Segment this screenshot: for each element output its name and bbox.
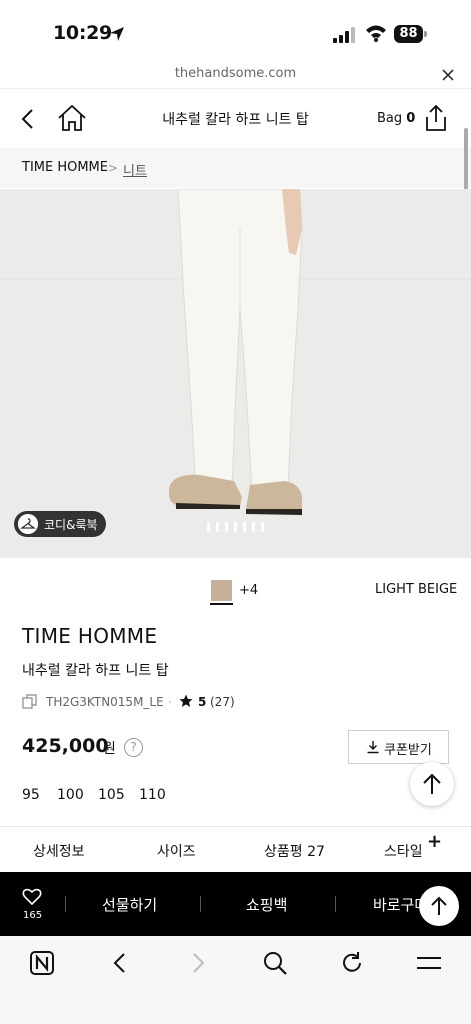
naver-home-icon[interactable]: [29, 950, 55, 976]
bag-count: 0: [406, 111, 416, 126]
product-price: 425,000: [22, 735, 109, 757]
url-text[interactable]: thehandsome.com: [0, 66, 471, 81]
coupon-download-button[interactable]: 쿠폰받기: [348, 730, 449, 764]
size-option[interactable]: 100: [57, 787, 84, 803]
status-bar: 10:29 88: [0, 0, 471, 60]
price-unit: 원: [103, 741, 116, 757]
shopping-bag-button[interactable]: 쇼핑백: [246, 894, 287, 915]
swatch-selected-underline: [210, 603, 233, 605]
product-brand[interactable]: TIME HOMME: [22, 624, 157, 648]
status-time: 10:29: [53, 22, 112, 44]
tab-reviews[interactable]: 상품평 27: [264, 841, 325, 861]
bag-button[interactable]: Bag 0: [377, 111, 415, 126]
bag-label: Bag: [377, 111, 403, 126]
color-name: LIGHT BEIGE: [375, 582, 458, 597]
coordi-label: 코디&룩북: [44, 518, 98, 532]
browser-toolbar: [0, 936, 471, 1024]
pagination-dot[interactable]: [225, 522, 228, 532]
pagination-dot[interactable]: [207, 522, 210, 532]
product-code: TH2G3KTN015M_LE: [46, 695, 164, 709]
tab-detail-info[interactable]: 상세정보: [33, 841, 85, 861]
scroll-to-top-button-secondary[interactable]: [419, 886, 459, 926]
scroll-to-top-button[interactable]: [410, 762, 454, 806]
purchase-bar: 165 선물하기 쇼핑백 바로구매: [0, 872, 471, 936]
price-info-icon[interactable]: ?: [124, 738, 143, 757]
pagination-dot[interactable]: [216, 522, 219, 532]
wish-count: 165: [23, 910, 43, 921]
back-icon[interactable]: [107, 950, 133, 976]
close-icon[interactable]: [441, 68, 455, 82]
tab-size[interactable]: 사이즈: [157, 841, 196, 861]
review-count[interactable]: (27): [210, 695, 235, 709]
product-image[interactable]: 코디&룩북: [0, 189, 471, 558]
color-swatch[interactable]: [211, 580, 232, 601]
rating-value[interactable]: 5: [198, 695, 206, 709]
menu-icon[interactable]: [416, 950, 442, 976]
divider: [65, 896, 66, 912]
location-arrow-icon: [110, 27, 124, 41]
url-bar[interactable]: thehandsome.com: [0, 60, 471, 88]
battery-indicator: 88: [394, 25, 428, 44]
size-option[interactable]: 95: [22, 787, 40, 803]
hanger-icon: [18, 514, 38, 534]
product-name: 내추럴 칼라 하프 니트 탑: [22, 663, 169, 679]
more-colors[interactable]: +4: [239, 583, 258, 598]
pagination-dot[interactable]: [234, 522, 237, 532]
tab-style[interactable]: 스타일: [384, 841, 423, 861]
battery-level: 88: [394, 25, 423, 43]
detail-tabs: 상세정보 사이즈 상품평 27 스타일 +: [0, 826, 471, 872]
gift-button[interactable]: 선물하기: [102, 894, 157, 915]
battery-cap: [424, 31, 427, 37]
style-plus-icon: +: [427, 831, 443, 852]
size-option[interactable]: 110: [139, 787, 166, 803]
coupon-label: 쿠폰받기: [384, 743, 432, 758]
site-header: 내추럴 칼라 하프 니트 탑 Bag 0: [0, 88, 471, 148]
product-photo: [0, 189, 471, 558]
share-icon[interactable]: [422, 103, 450, 133]
breadcrumb-separator: >: [108, 161, 119, 175]
coordi-lookbook-button[interactable]: 코디&룩북: [14, 511, 106, 537]
copy-icon[interactable]: [22, 694, 38, 710]
star-icon: [179, 694, 193, 707]
breadcrumb-brand[interactable]: TIME HOMME: [22, 160, 108, 175]
divider: [200, 896, 201, 912]
wifi-icon: [366, 25, 386, 42]
pagination-dot[interactable]: [252, 522, 255, 532]
pagination-dot[interactable]: [261, 522, 264, 532]
breadcrumb-category[interactable]: 니트: [123, 160, 147, 179]
cellular-signal-icon: [333, 27, 355, 43]
refresh-icon[interactable]: [339, 950, 365, 976]
arrow-up-icon: [423, 773, 441, 794]
arrow-up-icon: [431, 896, 447, 915]
breadcrumb: TIME HOMME > 니트: [0, 148, 471, 188]
color-selector: +4 LIGHT BEIGE: [0, 558, 471, 614]
divider: [335, 896, 336, 912]
heart-icon[interactable]: [22, 888, 42, 906]
download-icon: [367, 741, 379, 754]
meta-separator: ·: [168, 695, 172, 709]
forward-icon[interactable]: [185, 950, 211, 976]
pagination-dot[interactable]: [243, 522, 246, 532]
size-option[interactable]: 105: [98, 787, 125, 803]
search-icon[interactable]: [262, 950, 288, 976]
